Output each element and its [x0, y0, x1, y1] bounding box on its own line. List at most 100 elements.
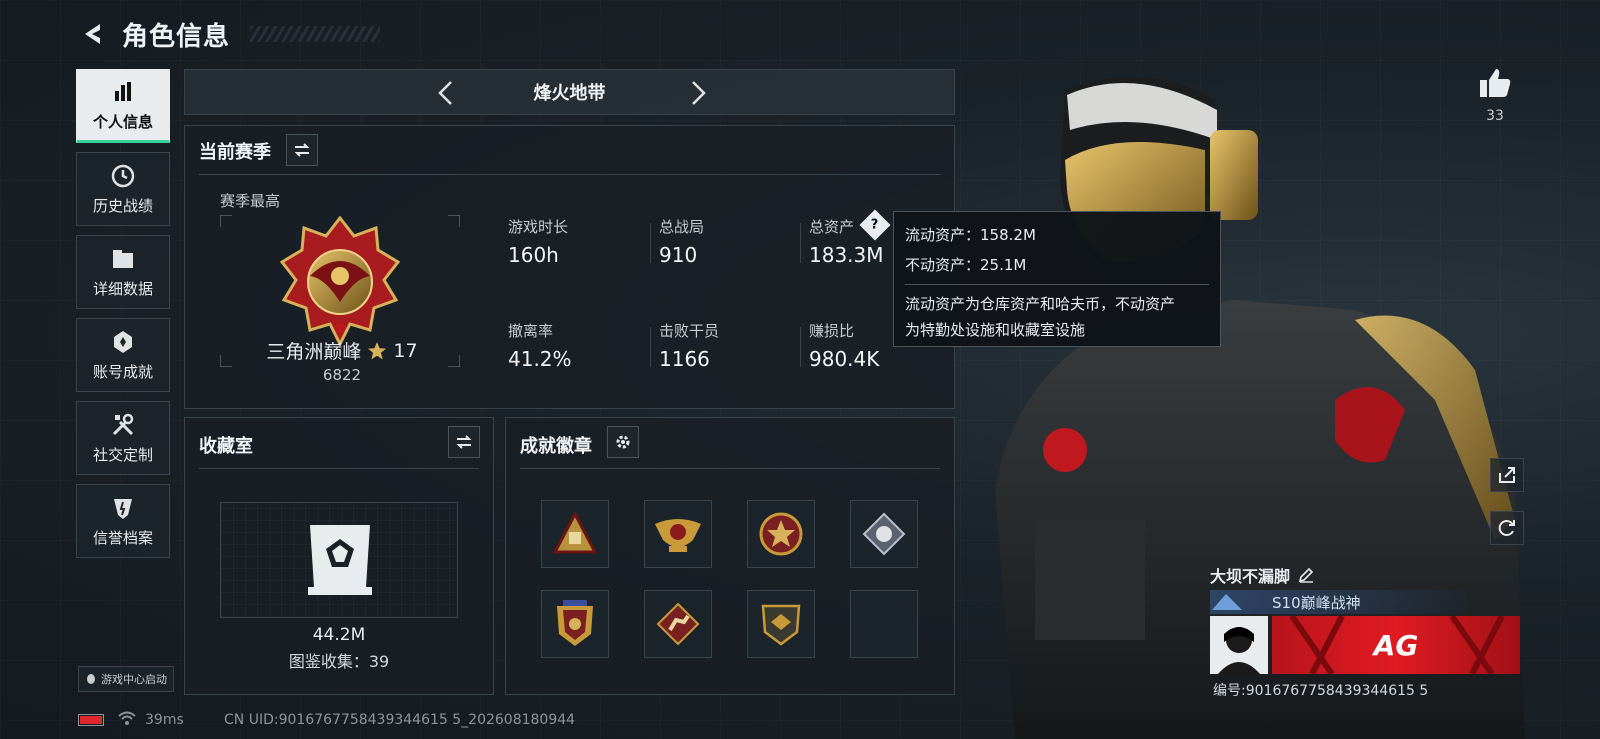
badge-slot-6[interactable] [644, 590, 712, 658]
tooltip-divider [905, 284, 1209, 285]
sidebar-item-personal-info[interactable]: 个人信息 [76, 69, 170, 143]
sidebar-item-label: 历史战绩 [92, 196, 153, 215]
bar-chart-icon [115, 81, 131, 101]
diamond-badge-icon [862, 512, 906, 556]
folder-icon [113, 249, 133, 268]
stat-divider [800, 327, 801, 367]
rank-stars: 17 [393, 339, 418, 362]
stat-label-profit-ratio: 赚损比 [809, 322, 855, 340]
player-id: 编号:9016767758439344615 5 [1213, 683, 1429, 699]
runner-badge-icon [656, 602, 700, 646]
question-icon: ? [871, 217, 879, 233]
rank-medal-icon [280, 216, 400, 346]
badge-slot-5[interactable] [541, 590, 609, 658]
game-center-label: 游戏中心启动 [101, 673, 167, 686]
sidebar-item-label: 详细数据 [92, 279, 153, 298]
stat-value-total-assets: 183.3M [809, 243, 884, 267]
stat-value-profit-ratio: 980.4K [809, 347, 880, 371]
mode-prev-button[interactable] [433, 79, 461, 107]
player-name: 大坝不漏脚 [1210, 567, 1291, 586]
badge-slot-1[interactable] [541, 500, 609, 568]
sidebar-item-details[interactable]: 详细数据 [76, 235, 170, 309]
sidebar-item-achievements[interactable]: 账号成就 [76, 318, 170, 392]
season-best-label: 赛季最高 [220, 192, 281, 210]
team-banner[interactable]: AG [1272, 616, 1520, 674]
sidebar-item-reputation[interactable]: 信誉档案 [76, 484, 170, 558]
collection-value: 44.2M [312, 625, 366, 645]
tooltip-liquid-assets: 流动资产：158.2M [905, 226, 1036, 244]
collection-switch-button[interactable] [448, 426, 480, 458]
stat-value-kills: 1166 [659, 347, 710, 371]
season-divider [199, 174, 941, 175]
sidebar-item-label: 社交定制 [92, 445, 153, 464]
team-logo: AG [1373, 628, 1419, 662]
refresh-icon [1498, 520, 1515, 536]
mode-selector: 烽火地带 [184, 69, 955, 115]
stat-label-total-assets: 总资产 [809, 218, 855, 236]
mode-name: 烽火地带 [533, 83, 606, 104]
badges-settings-button[interactable] [607, 426, 639, 458]
player-title-bar: S10巅峰战神 [1210, 590, 1466, 614]
mode-next-button[interactable] [683, 79, 711, 107]
tooltip-description-line1: 流动资产为仓库资产和哈夫币，不动资产 [905, 295, 1176, 313]
game-center-launch-button[interactable]: 游戏中心启动 [78, 666, 174, 692]
share-button[interactable] [1490, 458, 1524, 492]
battery-level [80, 716, 102, 724]
title-emblem-icon [1212, 594, 1242, 610]
back-button[interactable] [78, 19, 108, 49]
clock-icon [111, 164, 135, 187]
swap-icon [294, 143, 310, 157]
stat-value-playtime: 160h [508, 243, 559, 267]
avatar[interactable] [1210, 616, 1268, 674]
badge-slot-empty[interactable] [850, 590, 918, 658]
collection-title: 收藏室 [199, 436, 253, 457]
shield-emblem-icon [557, 600, 593, 646]
wing-shield-icon [761, 604, 801, 646]
sidebar-item-history[interactable]: 历史战绩 [76, 152, 170, 226]
edit-icon[interactable] [1298, 567, 1314, 583]
sidebar-item-label: 个人信息 [92, 112, 153, 131]
triangle-badge-icon [552, 510, 598, 554]
gear-icon [616, 435, 630, 449]
rank-name-row: 三角洲巅峰 17 [222, 337, 462, 364]
display-case-icon [308, 525, 372, 595]
collection-divider [199, 468, 479, 469]
sidebar-item-label: 账号成就 [92, 362, 153, 381]
stat-divider [650, 327, 651, 367]
stat-divider [800, 223, 801, 263]
thumbs-up-icon[interactable] [1478, 66, 1512, 100]
rank-name: 三角洲巅峰 [266, 341, 362, 363]
season-switch-button[interactable] [286, 134, 318, 166]
eagle-badge-icon [655, 519, 701, 552]
badges-title: 成就徽章 [520, 436, 592, 457]
battery-indicator [78, 714, 104, 726]
badge-slot-4[interactable] [850, 500, 918, 568]
avatar-image [1218, 627, 1260, 674]
stat-label-kills: 击败干员 [659, 322, 720, 340]
star-icon [368, 341, 387, 359]
collection-catalog-count: 图鉴收集：39 [288, 652, 390, 671]
badge-slot-2[interactable] [644, 500, 712, 568]
season-title: 当前赛季 [199, 142, 271, 163]
ping-value: 39ms [145, 712, 184, 728]
share-icon [1499, 467, 1515, 483]
likes-count: 33 [1486, 108, 1504, 124]
stat-divider [650, 223, 651, 263]
achievement-icon [114, 330, 132, 353]
sidebar: 个人信息 历史战绩 详细数据 账号成就 社交定制 信誉档案 [76, 69, 170, 567]
rotate-button[interactable] [1490, 511, 1524, 545]
badge-slot-3[interactable] [747, 500, 815, 568]
swap-icon [456, 435, 472, 449]
qq-icon [87, 674, 95, 684]
player-title: S10巅峰战神 [1272, 593, 1361, 612]
stat-label-matches: 总战局 [659, 218, 705, 236]
sidebar-item-social[interactable]: 社交定制 [76, 401, 170, 475]
tooltip-fixed-assets: 不动资产：25.1M [905, 256, 1027, 274]
badge-slot-7[interactable] [747, 590, 815, 658]
assets-tooltip: 流动资产：158.2M 不动资产：25.1M 流动资产为仓库资产和哈夫币，不动资… [893, 211, 1221, 347]
badges-divider [520, 468, 940, 469]
stat-label-playtime: 游戏时长 [508, 218, 569, 236]
page-title: 角色信息 [122, 21, 231, 52]
shield-icon [114, 498, 132, 519]
tooltip-description-line2: 为特勤处设施和收藏室设施 [905, 321, 1086, 339]
